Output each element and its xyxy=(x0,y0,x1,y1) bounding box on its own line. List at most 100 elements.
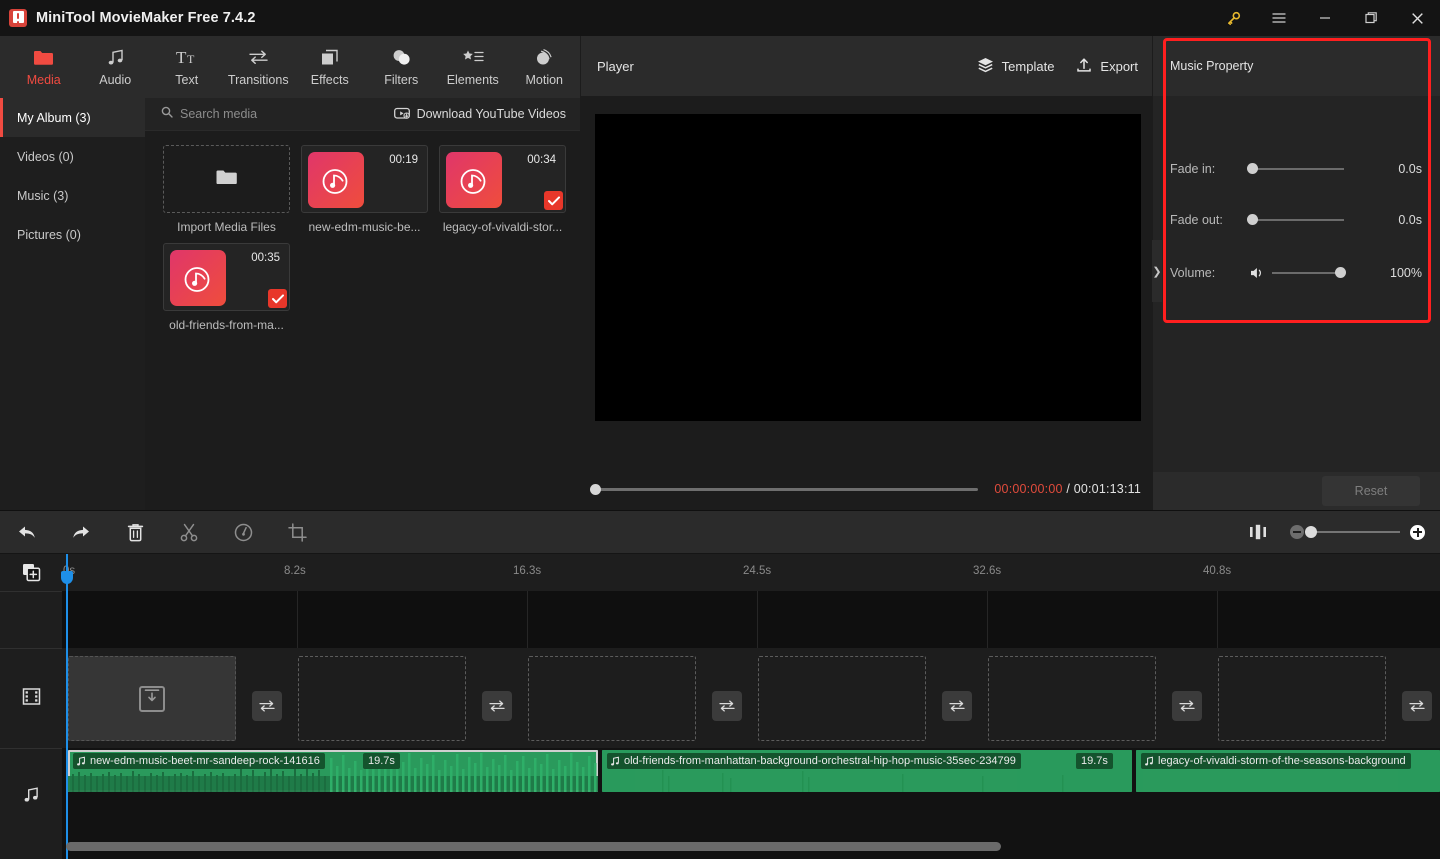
media-thumbnail[interactable]: 00:19 xyxy=(301,145,428,213)
audio-track[interactable]: new-edm-music-beet-mr-sandeep-rock-14161… xyxy=(62,748,1440,845)
timeline-ruler[interactable]: 0s 8.2s 16.3s 24.5s 32.6s 40.8s xyxy=(62,554,1440,591)
music-property-panel: Music Property Fade in: 0.0s Fade out: 0… xyxy=(1153,36,1440,510)
media-grid: Import Media Files 00:19 new-edm-music-b… xyxy=(145,131,580,332)
fade-in-slider[interactable] xyxy=(1247,163,1344,174)
video-clip[interactable] xyxy=(298,656,466,741)
fade-in-knob[interactable] xyxy=(1247,163,1258,174)
upload-icon xyxy=(1076,57,1092,76)
audio-clip-name: legacy-of-vivaldi-storm-of-the-seasons-b… xyxy=(1158,755,1406,767)
media-item[interactable]: 00:34 legacy-of-vivaldi-stor... xyxy=(439,145,566,234)
audio-clip[interactable]: new-edm-music-beet-mr-sandeep-rock-14161… xyxy=(68,750,598,792)
chevron-right-icon[interactable]: ❯ xyxy=(1152,240,1162,302)
speed-button[interactable] xyxy=(216,510,270,554)
key-icon[interactable] xyxy=(1210,0,1256,36)
close-icon[interactable] xyxy=(1394,0,1440,36)
transition-marker[interactable] xyxy=(712,691,742,721)
audio-track-header[interactable] xyxy=(0,748,62,845)
video-clip[interactable] xyxy=(988,656,1156,741)
speaker-icon[interactable] xyxy=(1250,266,1272,280)
download-youtube-button[interactable]: Download YouTube Videos xyxy=(393,107,566,122)
split-button[interactable] xyxy=(162,510,216,554)
tab-elements[interactable]: Elements xyxy=(437,36,509,98)
reset-button[interactable]: Reset xyxy=(1322,476,1420,506)
audio-clip[interactable]: legacy-of-vivaldi-storm-of-the-seasons-b… xyxy=(1136,750,1440,792)
zoom-in-button[interactable] xyxy=(1410,524,1425,540)
gutter-row-blank xyxy=(0,591,62,648)
redo-button[interactable] xyxy=(54,510,108,554)
ribbon-tabs: Media Audio TT Text Transitions Effects … xyxy=(0,36,580,98)
fade-out-slider[interactable] xyxy=(1247,214,1344,225)
minimize-icon[interactable] xyxy=(1302,0,1348,36)
video-clip[interactable] xyxy=(528,656,696,741)
search-input[interactable]: Search media xyxy=(161,105,257,123)
media-selected-checkbox[interactable] xyxy=(268,289,287,308)
media-thumbnail[interactable]: 00:35 xyxy=(163,243,290,311)
transition-marker[interactable] xyxy=(1402,691,1432,721)
maximize-icon[interactable] xyxy=(1348,0,1394,36)
media-item[interactable]: 00:19 new-edm-music-be... xyxy=(301,145,428,234)
playhead-handle[interactable] xyxy=(61,571,73,584)
fade-out-knob[interactable] xyxy=(1247,214,1258,225)
video-clip[interactable] xyxy=(68,656,236,741)
library-content: Search media Download YouTube Videos Imp… xyxy=(145,98,580,510)
tab-filters[interactable]: Filters xyxy=(366,36,438,98)
category-my-album[interactable]: My Album (3) xyxy=(0,98,145,137)
tab-media[interactable]: Media xyxy=(8,36,80,98)
category-music[interactable]: Music (3) xyxy=(0,176,145,215)
film-strip-icon xyxy=(22,687,41,711)
app-title: MiniTool MovieMaker Free 7.4.2 xyxy=(36,10,256,26)
ruler-tick: 40.8s xyxy=(1203,565,1232,577)
tab-transitions[interactable]: Transitions xyxy=(223,36,295,98)
audio-clip[interactable]: old-friends-from-manhattan-background-or… xyxy=(602,750,1132,792)
layers-stack-icon xyxy=(977,57,994,76)
timeline-zoom-controls xyxy=(1240,524,1440,540)
zoom-fit-icon[interactable] xyxy=(1240,524,1276,540)
transition-marker[interactable] xyxy=(252,691,282,721)
template-button[interactable]: Template xyxy=(977,57,1055,76)
menu-icon[interactable] xyxy=(1256,0,1302,36)
video-preview-stage[interactable] xyxy=(595,114,1141,421)
tab-effects[interactable]: Effects xyxy=(294,36,366,98)
add-track-icon[interactable] xyxy=(0,554,62,591)
media-item[interactable]: 00:35 old-friends-from-ma... xyxy=(163,243,290,332)
timeline-horizontal-scrollbar[interactable] xyxy=(66,842,1001,851)
playhead[interactable] xyxy=(61,554,73,859)
video-clip[interactable] xyxy=(758,656,926,741)
delete-button[interactable] xyxy=(108,510,162,554)
tab-audio[interactable]: Audio xyxy=(80,36,152,98)
tab-motion[interactable]: Motion xyxy=(509,36,581,98)
import-media-cell[interactable]: Import Media Files xyxy=(163,145,290,234)
volume-slider[interactable] xyxy=(1272,267,1346,278)
music-note-icon xyxy=(610,756,620,767)
zoom-slider[interactable] xyxy=(1305,526,1400,538)
player-seek-row: 00:00:00:00 / 00:01:13:11 xyxy=(590,480,1141,498)
video-track[interactable] xyxy=(62,648,1440,748)
media-duration: 00:35 xyxy=(251,252,280,264)
export-button[interactable]: Export xyxy=(1076,57,1138,76)
category-pictures[interactable]: Pictures (0) xyxy=(0,215,145,254)
transition-marker[interactable] xyxy=(1172,691,1202,721)
filters-circles-icon xyxy=(392,47,411,67)
video-clip[interactable] xyxy=(1218,656,1386,741)
seek-knob[interactable] xyxy=(590,483,601,495)
media-thumbnail[interactable]: 00:34 xyxy=(439,145,566,213)
tab-text-label: Text xyxy=(175,73,199,87)
media-selected-checkbox[interactable] xyxy=(544,191,563,210)
transition-marker[interactable] xyxy=(942,691,972,721)
volume-knob[interactable] xyxy=(1335,267,1346,278)
import-dropzone[interactable] xyxy=(163,145,290,213)
app-logo-icon xyxy=(9,9,27,27)
transition-marker[interactable] xyxy=(482,691,512,721)
template-label: Template xyxy=(1001,58,1055,74)
crop-button[interactable] xyxy=(270,510,324,554)
category-videos[interactable]: Videos (0) xyxy=(0,137,145,176)
tab-text[interactable]: TT Text xyxy=(151,36,223,98)
undo-button[interactable] xyxy=(0,510,54,554)
seek-slider[interactable] xyxy=(590,483,978,495)
zoom-knob[interactable] xyxy=(1305,526,1317,538)
ruler-tick: 32.6s xyxy=(973,565,1002,577)
video-track-header[interactable] xyxy=(0,648,62,748)
tab-elements-label: Elements xyxy=(446,73,499,87)
audio-clip-label: new-edm-music-beet-mr-sandeep-rock-14161… xyxy=(73,753,325,769)
zoom-out-button[interactable] xyxy=(1290,525,1304,539)
